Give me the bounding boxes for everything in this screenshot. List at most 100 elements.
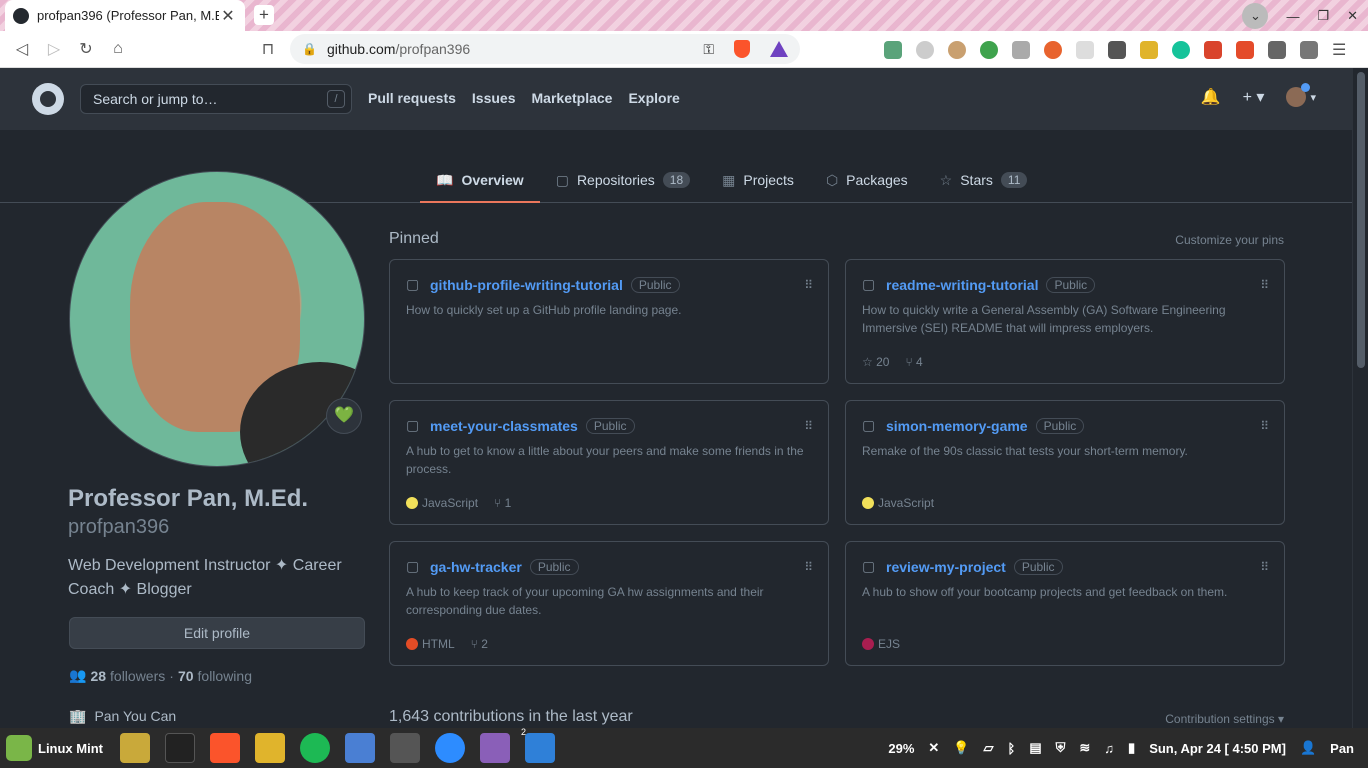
tab-packages[interactable]: ⬡ Packages [810, 158, 924, 202]
terminal-app-icon[interactable] [165, 733, 195, 763]
tab-search-icon[interactable]: ⌄ [1242, 3, 1269, 29]
repo-name-link[interactable]: github-profile-writing-tutorial [430, 277, 623, 293]
bookmark-icon[interactable]: ⊓ [252, 39, 284, 59]
extension-icon[interactable] [1140, 41, 1158, 59]
visibility-badge: Public [1035, 417, 1085, 434]
minimize-icon[interactable]: — [1286, 9, 1299, 24]
bluetooth-icon[interactable]: ᛒ [1008, 741, 1016, 756]
tab-projects[interactable]: ▦ Projects [706, 158, 810, 202]
avatar-menu[interactable]: ▾ [1286, 83, 1316, 107]
key-icon[interactable]: ⚿ [703, 41, 714, 58]
nav-marketplace[interactable]: Marketplace [532, 90, 613, 106]
home-icon[interactable]: ⌂ [102, 40, 134, 58]
close-icon[interactable]: ✕ [928, 740, 939, 756]
followers-label[interactable]: followers [110, 668, 165, 684]
visibility-badge: Public [529, 558, 579, 575]
bulb-icon[interactable]: 💡 [953, 740, 969, 756]
repo-name-link[interactable]: readme-writing-tutorial [886, 277, 1038, 293]
database-app-icon[interactable] [480, 733, 510, 763]
drag-handle-icon[interactable]: ⠿ [1260, 278, 1269, 292]
user-name[interactable]: Pan [1330, 741, 1354, 756]
files-app-icon[interactable] [120, 733, 150, 763]
forks-link[interactable]: ⑂ 2 [471, 637, 488, 651]
profile-avatar[interactable] [69, 171, 365, 467]
back-icon[interactable]: ◁ [6, 39, 38, 59]
clipboard-icon[interactable]: ▤ [1029, 740, 1041, 756]
following-label[interactable]: following [198, 668, 252, 684]
plus-dropdown-icon[interactable]: + ▾ [1243, 87, 1265, 107]
tab-repositories[interactable]: ▢ Repositories 18 [540, 158, 706, 202]
github-logo-icon[interactable] [32, 83, 64, 115]
grammarly-icon[interactable] [1172, 41, 1190, 59]
brave-rewards-icon[interactable] [770, 41, 788, 57]
wifi-icon[interactable]: ≋ [1079, 740, 1090, 756]
crosshair-app-icon[interactable] [390, 733, 420, 763]
close-tab-icon[interactable]: ✕ [219, 6, 237, 26]
extension-icon[interactable] [916, 41, 934, 59]
browser-tab[interactable]: profpan396 (Professor Pan, M.Ed.) ✕ [5, 0, 245, 31]
forks-link[interactable]: ⑂ 1 [494, 496, 511, 510]
forks-link[interactable]: ⑂ 4 [905, 355, 922, 369]
tab-stars[interactable]: ☆ Stars 11 [924, 158, 1044, 202]
pinned-repo-card: ▢ review-my-project Public ⠿ A hub to show o… [845, 541, 1285, 666]
following-count[interactable]: 70 [178, 668, 194, 684]
drag-handle-icon[interactable]: ⠿ [1260, 560, 1269, 574]
reload-icon[interactable]: ↻ [70, 39, 102, 59]
extension-icon[interactable] [1044, 41, 1062, 59]
note-icon[interactable]: ▱ [984, 740, 994, 756]
screenshot-app-icon[interactable] [345, 733, 375, 763]
address-bar[interactable]: 🔒 github.com/profpan396 ⚿ [290, 34, 800, 64]
repo-name-link[interactable]: simon-memory-game [886, 418, 1028, 434]
followers-count[interactable]: 28 [90, 668, 106, 684]
sound-icon[interactable]: ♫ [1104, 741, 1114, 756]
nav-pull-requests[interactable]: Pull requests [368, 90, 456, 106]
spotify-app-icon[interactable] [300, 733, 330, 763]
extension-icon[interactable] [948, 41, 966, 59]
start-menu-button[interactable]: Linux Mint [0, 735, 103, 761]
repo-name-link[interactable]: ga-hw-tracker [430, 559, 522, 575]
zoom-app-icon[interactable] [435, 733, 465, 763]
extension-icon[interactable] [1108, 41, 1126, 59]
extension-icon[interactable] [1236, 41, 1254, 59]
close-window-icon[interactable]: ✕ [1347, 8, 1358, 24]
menu-icon[interactable]: ☰ [1332, 40, 1346, 60]
folder-app-icon[interactable] [255, 733, 285, 763]
contribution-settings-dropdown[interactable]: Contribution settings ▾ [1165, 712, 1284, 726]
brave-app-icon[interactable] [210, 733, 240, 763]
clock[interactable]: Sun, Apr 24 [ 4:50 PM] [1149, 741, 1286, 756]
extension-icon[interactable] [1076, 41, 1094, 59]
nav-explore[interactable]: Explore [628, 90, 679, 106]
contributions-heading: 1,643 contributions in the last year [389, 708, 633, 725]
tab-overview[interactable]: 📖 Overview [420, 158, 540, 203]
drag-handle-icon[interactable]: ⠿ [1260, 419, 1269, 433]
extension-icon[interactable] [1204, 41, 1222, 59]
battery-icon[interactable]: ▮ [1128, 740, 1135, 756]
search-input[interactable]: Search or jump to… / [80, 84, 352, 114]
visibility-badge: Public [1046, 276, 1096, 293]
edit-profile-button[interactable]: Edit profile [69, 617, 365, 649]
restore-icon[interactable]: ❐ [1317, 8, 1329, 24]
drag-handle-icon[interactable]: ⠿ [804, 278, 813, 292]
wallet-icon[interactable] [1300, 41, 1318, 59]
drag-handle-icon[interactable]: ⠿ [804, 419, 813, 433]
brave-shields-icon[interactable] [734, 40, 750, 58]
puzzle-icon[interactable] [1268, 41, 1286, 59]
forward-icon[interactable]: ▷ [38, 39, 70, 59]
new-tab-button[interactable]: + [254, 5, 274, 25]
nav-issues[interactable]: Issues [472, 90, 516, 106]
vscode-app-icon[interactable]: 2 [521, 727, 555, 763]
customize-pins-link[interactable]: Customize your pins [1175, 233, 1284, 247]
language-name: JavaScript [422, 496, 479, 510]
shield-icon[interactable]: ⛨ [1056, 740, 1066, 756]
page-scrollbar[interactable] [1352, 68, 1368, 728]
extension-icon[interactable] [980, 41, 998, 59]
scroll-thumb[interactable] [1357, 72, 1365, 368]
drag-handle-icon[interactable]: ⠿ [804, 560, 813, 574]
status-emoji-icon[interactable]: 💚 [326, 398, 362, 434]
extension-icon[interactable] [884, 41, 902, 59]
extension-icon[interactable] [1012, 41, 1030, 59]
stars-link[interactable]: ☆ 20 [862, 355, 889, 369]
bell-icon[interactable]: 🔔 [1201, 87, 1221, 107]
repo-name-link[interactable]: meet-your-classmates [430, 418, 578, 434]
repo-name-link[interactable]: review-my-project [886, 559, 1006, 575]
